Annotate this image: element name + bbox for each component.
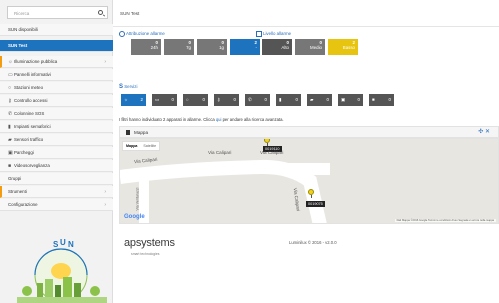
sidebar-item-pannelli[interactable]: ▭Pannelli informativi [0,69,113,81]
sidebar-item-sensori-traffico[interactable]: ▰ Sensori traffico [0,134,113,146]
copyright: Luminilux © 2016 - v2.0.0 [289,240,337,245]
search-icon[interactable] [98,10,103,15]
warning-icon [256,31,262,37]
sun-smart-urban-network-logo: S U N [17,238,107,303]
sidebar-item-colonnine-sos[interactable]: ✆ Colonnine SOS [0,108,113,120]
map-icon [126,130,130,135]
sidebar-item-strumenti[interactable]: Strumenti › [0,186,113,198]
topbar: SUN Test [113,0,499,27]
svg-text:N: N [68,240,74,249]
service-parcheggi[interactable]: ▣ 0 [338,94,363,106]
attribution-tile-7g[interactable]: 0 7g [164,39,194,55]
page-title: SUN Test [120,11,140,16]
level-tile-medio[interactable]: 0 Medio [295,39,325,55]
service-video[interactable]: ■ 0 [369,94,394,106]
lightbulb-icon: ☼ [124,97,129,102]
map-panel-header: Mappa ✣ ✕ [119,126,499,138]
sidebar-item-videosorveglianza[interactable]: ■ Videosorveglianza [0,160,113,172]
map[interactable]: Mappa Satellite 0019110 0019075 Via Cali… [119,138,499,224]
map-pin[interactable] [308,189,314,198]
sidebar-item-configurazione[interactable]: Configurazione › [0,199,113,211]
level-tile-basso[interactable]: 2 Basso [328,39,358,55]
chevron-right-icon: › [104,202,106,208]
key-icon: ⚷ [217,97,221,102]
map-type-satellite[interactable]: Satellite [140,142,159,150]
parking-icon: ▣ [341,97,346,102]
google-logo: Google [124,214,145,220]
map-pin[interactable] [264,139,270,146]
sidebar-item-gruppi[interactable]: Gruppi [0,173,113,185]
search-input[interactable]: Ricerca [14,11,29,16]
street-label: Via Calipari [260,150,284,155]
map-pin-label: 0019075 [306,201,325,207]
map-attribution: Dati Mappa ©2016 Google Termini e condiz… [394,219,496,222]
services-label: S Servizi [119,84,138,90]
cloud-icon: ○ [186,97,189,102]
attribution-tile-24h[interactable]: 0 24h [131,39,161,55]
sidebar-item-sun-disponibili[interactable]: SUN disponibili [0,24,113,36]
service-meteo[interactable]: ○ 0 [183,94,208,106]
service-semafori[interactable]: ▮ 0 [276,94,301,106]
service-accessi[interactable]: ⚷ 0 [214,94,239,106]
car-icon: ▰ [310,97,314,102]
chevron-right-icon: › [104,59,106,65]
map-tools[interactable]: ✣ ✕ [478,127,490,138]
alarm-level-label: Livello allarme [256,31,291,37]
map-type-map[interactable]: Mappa [123,142,140,150]
street-label: Via Calipari [208,150,232,155]
attribution-tile-all[interactable]: 2- [230,39,260,55]
street-label: Via Venturuzzi [135,187,140,211]
sidebar-item-stazioni-meteo[interactable]: ○ Stazioni meteo [0,82,113,94]
camera-icon: ■ [372,97,375,102]
clock-icon [119,31,125,37]
chevron-right-icon: › [104,189,106,195]
svg-text:U: U [60,238,66,247]
sidebar-item-illuminazione[interactable]: ☼Illuminazione pubblica › [0,56,113,68]
service-illuminazione[interactable]: ☼ 2 [121,94,146,106]
search-field[interactable]: Ricerca [7,6,108,19]
apsystems-logo: apsystems [124,237,175,249]
service-sos[interactable]: ✆ 0 [245,94,270,106]
alert-message: I filtri hanno individuato 2 apparati in… [119,117,284,122]
service-traffico[interactable]: ▰ 0 [307,94,332,106]
traffic-light-icon: ▮ [279,97,282,102]
sidebar-item-controllo-accessi[interactable]: ⚷ Controllo accessi [0,95,113,107]
sidebar-item-sun-test[interactable]: SUN Test [0,40,113,52]
sidebar-item-impianti-semaforici[interactable]: ▮ Impianti semaforici [0,121,113,133]
monitor-icon: ▭ [155,97,160,102]
service-pannelli[interactable]: ▭ 0 [152,94,177,106]
map-streets [120,139,498,223]
sidebar: Ricerca SUN disponibili SUN Test ☼Illumi… [0,0,113,303]
apsystems-tagline: smart technologies [131,252,160,256]
map-type-toggle[interactable]: Mappa Satellite [122,141,161,151]
phone-icon: ✆ [248,97,252,102]
alarm-attribution-label: Attribuzione allarme [119,31,165,37]
attribution-tile-1g[interactable]: 0 1g [197,39,227,55]
level-tile-alto[interactable]: 0 Alto [262,39,292,55]
svg-text:S: S [53,240,59,249]
sidebar-item-parcheggi[interactable]: ▣Parcheggi [0,147,113,159]
